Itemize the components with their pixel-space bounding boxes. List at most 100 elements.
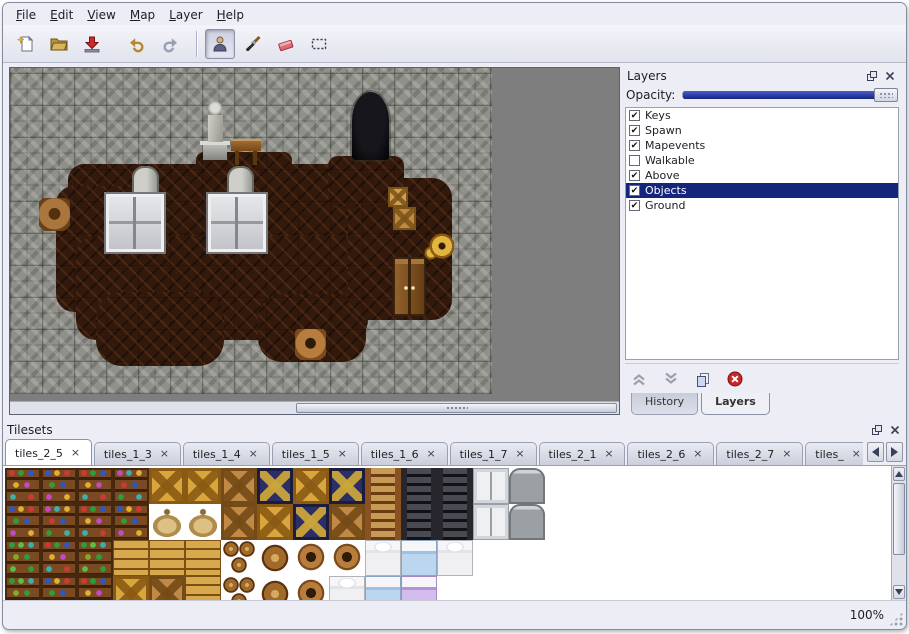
layer-row-mapevents[interactable]: ✔Mapevents [626, 138, 898, 153]
brush-tool-button[interactable] [238, 29, 268, 59]
tileset-tile-barrel[interactable] [257, 576, 293, 600]
tileset-tile-ladder-dark[interactable] [401, 468, 437, 504]
tileset-tile-empty[interactable] [509, 540, 545, 576]
layer-row-walkable[interactable]: Walkable [626, 153, 898, 168]
stamp-tool-button[interactable] [205, 29, 235, 59]
menu-map[interactable]: Map [123, 6, 162, 24]
layer-visibility-checkbox[interactable]: ✔ [629, 140, 640, 151]
duplicate-layer-button[interactable] [691, 368, 715, 390]
tab-close-icon[interactable]: × [691, 448, 704, 461]
tileset-tile-plank[interactable] [113, 540, 149, 576]
new-file-button[interactable] [11, 29, 41, 59]
tileset-tile-crate-gold[interactable] [185, 468, 221, 504]
tileset-tile-bed-blue[interactable] [401, 540, 437, 576]
tileset-tile-crate-navy[interactable] [329, 468, 365, 504]
layer-visibility-checkbox[interactable]: ✔ [629, 200, 640, 211]
tileset-tab-tiles_[interactable]: tiles_× [805, 442, 863, 465]
tileset-tile-empty[interactable] [509, 576, 545, 600]
menu-help[interactable]: Help [210, 6, 251, 24]
layers-float-button[interactable] [865, 69, 879, 83]
tab-close-icon[interactable]: × [158, 448, 171, 461]
tileset-tile-ladder-brown[interactable] [365, 468, 401, 504]
menu-edit[interactable]: Edit [43, 6, 80, 24]
tileset-tile-empty[interactable] [473, 540, 509, 576]
eraser-tool-button[interactable] [271, 29, 301, 59]
tileset-tile-ladder-dark[interactable] [401, 504, 437, 540]
tileset-tab-tiles_1_4[interactable]: tiles_1_4× [183, 442, 270, 465]
tileset-tile-crate-gold[interactable] [113, 576, 149, 600]
tilesets-float-button[interactable] [870, 423, 884, 437]
undo-button[interactable] [122, 29, 152, 59]
tileset-tile-pot[interactable] [293, 576, 329, 600]
tileset-tile-plank[interactable] [185, 576, 221, 600]
tileset-tab-tiles_1_7[interactable]: tiles_1_7× [450, 442, 537, 465]
tab-close-icon[interactable]: × [780, 448, 793, 461]
slider-handle[interactable] [874, 88, 898, 102]
tab-history[interactable]: History [631, 393, 698, 415]
tileset-tab-tiles_1_3[interactable]: tiles_1_3× [94, 442, 181, 465]
tileset-tile-ladder-dark[interactable] [437, 468, 473, 504]
opacity-slider[interactable] [682, 87, 898, 102]
tab-close-icon[interactable]: × [69, 447, 82, 460]
tileset-tile-shelf-b[interactable] [5, 504, 41, 540]
tileset-tile-shelf-b[interactable] [113, 504, 149, 540]
tileset-tile-crate-gold[interactable] [149, 468, 185, 504]
layer-visibility-checkbox[interactable]: ✔ [629, 185, 640, 196]
tileset-tile-bed-purple[interactable] [401, 576, 437, 600]
tileset-tile-shelf-green[interactable] [77, 540, 113, 576]
tileset-tile-shelf-b[interactable] [41, 468, 77, 504]
selection-tool-button[interactable] [304, 29, 334, 59]
tileset-tile-crate-tan[interactable] [221, 468, 257, 504]
tab-close-icon[interactable]: × [850, 448, 863, 461]
tileset-tile-door-white[interactable] [473, 468, 509, 504]
tileset-tile-bed-white[interactable] [329, 576, 365, 600]
tileset-tile-barrel[interactable] [257, 540, 293, 576]
tileset-tab-tiles_2_1[interactable]: tiles_2_1× [539, 442, 626, 465]
tileset-tile-crate-gold[interactable] [293, 468, 329, 504]
open-file-button[interactable] [44, 29, 74, 59]
tileset-tile-shelf-a[interactable] [41, 540, 77, 576]
scrollbar-thumb[interactable] [893, 483, 905, 555]
tileset-tile-shelf-b[interactable] [41, 576, 77, 600]
raise-layer-button[interactable] [627, 368, 651, 390]
tileset-tile-crate-tan[interactable] [329, 504, 365, 540]
tab-close-icon[interactable]: × [336, 448, 349, 461]
tileset-tile-crate-navy[interactable] [257, 468, 293, 504]
layer-row-objects[interactable]: ✔Objects [626, 183, 898, 198]
tileset-tile-plank[interactable] [149, 540, 185, 576]
tab-close-icon[interactable]: × [425, 448, 438, 461]
tileset-tile-bed-blue[interactable] [365, 576, 401, 600]
tileset-tile-pot[interactable] [329, 540, 365, 576]
tileset-tile-door-stone[interactable] [509, 468, 545, 504]
tileset-tab-tiles_2_5[interactable]: tiles_2_5× [5, 439, 92, 465]
tileset-tile-bed-white[interactable] [437, 540, 473, 576]
layer-visibility-checkbox[interactable]: ✔ [629, 170, 640, 181]
map-canvas[interactable] [10, 68, 492, 394]
layer-visibility-checkbox[interactable]: ✔ [629, 110, 640, 121]
tileset-tab-tiles_1_5[interactable]: tiles_1_5× [272, 442, 359, 465]
lower-layer-button[interactable] [659, 368, 683, 390]
tileset-tile-sack[interactable] [149, 504, 185, 540]
tileset-tile-empty[interactable] [437, 576, 473, 600]
layer-row-spawn[interactable]: ✔Spawn [626, 123, 898, 138]
tileset-tile-empty[interactable] [473, 576, 509, 600]
map-horizontal-scrollbar[interactable] [10, 401, 619, 414]
scrollbar-thumb[interactable] [296, 403, 617, 413]
menu-file[interactable]: File [9, 6, 43, 24]
tileset-tile-shelf-c[interactable] [41, 504, 77, 540]
tileset-tile-shelf-c[interactable] [113, 468, 149, 504]
layer-visibility-checkbox[interactable]: ✔ [629, 125, 640, 136]
tileset-tile-pot[interactable] [293, 540, 329, 576]
tab-scroll-left-button[interactable] [867, 442, 884, 462]
tileset-tile-barrels[interactable] [221, 540, 257, 576]
delete-layer-button[interactable] [723, 368, 747, 390]
tileset-tile-door-white[interactable] [473, 504, 509, 540]
scroll-down-button[interactable] [893, 585, 905, 599]
tab-layers[interactable]: Layers [701, 393, 770, 415]
tileset-tile-shelf-a[interactable] [77, 504, 113, 540]
tileset-tile-crate-tan[interactable] [221, 504, 257, 540]
tileset-tile-plank[interactable] [185, 540, 221, 576]
tileset-tab-tiles_2_6[interactable]: tiles_2_6× [627, 442, 714, 465]
redo-button[interactable] [155, 29, 185, 59]
layer-row-above[interactable]: ✔Above [626, 168, 898, 183]
